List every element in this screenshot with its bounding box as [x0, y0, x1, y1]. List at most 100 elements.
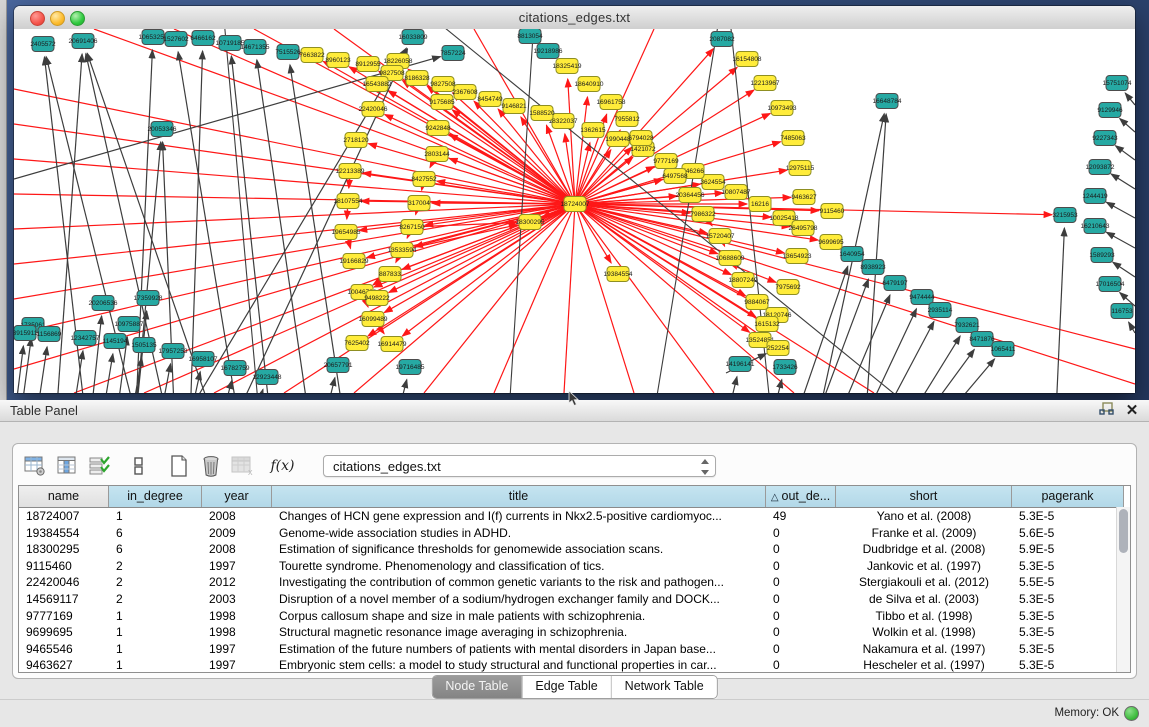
cell-year: 1997 — [202, 558, 272, 575]
row-checks-icon[interactable] — [85, 453, 112, 479]
cell-out_degree: 0 — [766, 558, 836, 575]
tab-network-table[interactable]: Network Table — [611, 676, 717, 698]
graph-edge[interactable] — [224, 29, 259, 393]
graph-edge[interactable] — [728, 377, 737, 393]
column-header-year[interactable]: year — [202, 486, 272, 507]
graph-node-label: 7663822 — [299, 52, 325, 59]
table-row[interactable]: 1456911722003Disruption of a novel membe… — [19, 591, 1130, 608]
graph-edge[interactable] — [103, 354, 113, 393]
graph-edge[interactable] — [15, 346, 23, 393]
table-select-dropdown[interactable]: citations_edges.txt — [323, 455, 716, 477]
trash-icon[interactable] — [197, 453, 224, 479]
graph-edge[interactable] — [161, 364, 171, 393]
cell-out_degree: 0 — [766, 591, 836, 608]
graph-node-label: 9115460 — [820, 208, 845, 215]
graph-edge[interactable] — [866, 114, 886, 393]
graph-edge[interactable] — [927, 349, 974, 393]
graph-edge[interactable] — [189, 51, 203, 393]
graph-edge[interactable] — [885, 321, 934, 393]
graph-edge[interactable] — [867, 309, 916, 393]
select-columns-icon[interactable] — [53, 453, 80, 479]
graph-edge[interactable] — [575, 204, 634, 393]
graph-node-label: 16914479 — [378, 341, 407, 348]
column-header-name[interactable]: name — [19, 486, 109, 507]
table-row[interactable]: 1938455462009Genome-wide association stu… — [19, 525, 1130, 542]
graph-edge[interactable] — [1056, 228, 1064, 393]
column-header-short[interactable]: short — [836, 486, 1012, 507]
graph-edge[interactable] — [1106, 232, 1135, 248]
graph-node-label: 252254 — [767, 345, 789, 352]
scrollbar-thumb[interactable] — [1119, 509, 1128, 553]
graph-node-label: 19716485 — [396, 364, 425, 371]
graph-edge[interactable] — [1129, 322, 1135, 333]
cell-short: Hescheler et al. (1997) — [836, 657, 1012, 673]
rows-icon[interactable] — [125, 453, 152, 479]
graph-node-label: 16216 — [751, 201, 769, 208]
cell-year: 2003 — [202, 591, 272, 608]
graph-edge[interactable] — [1113, 262, 1135, 277]
table-row[interactable]: 1830029562008Estimation of significance … — [19, 541, 1130, 558]
svg-text:x: x — [248, 467, 253, 476]
graph-edge[interactable] — [14, 159, 575, 204]
graph-edge[interactable] — [326, 378, 335, 393]
table-row[interactable]: 946362711997Embryonic stem cells: a mode… — [19, 657, 1130, 673]
graph-edge[interactable] — [1120, 119, 1135, 132]
cell-title: Disruption of a novel member of a sodium… — [272, 591, 766, 608]
graph-node-label: 18640910 — [575, 81, 604, 88]
window-titlebar[interactable]: citations_edges.txt — [14, 6, 1135, 30]
tab-edge-table[interactable]: Edge Table — [521, 676, 610, 698]
graph-node-label: 1589293 — [1089, 252, 1115, 259]
table-row[interactable]: 977716911998Corpus callosum shape and si… — [19, 608, 1130, 625]
graph-edge[interactable] — [840, 295, 890, 393]
table-row[interactable]: 969969511998Structural magnetic resonanc… — [19, 624, 1130, 641]
graph-node-label: 1145194 — [103, 338, 128, 345]
table-row[interactable]: 1872400712008Changes of HCN gene express… — [19, 508, 1130, 525]
graph-edge[interactable] — [37, 347, 47, 393]
table-panel: Table Panel ✕ — [0, 400, 1149, 727]
new-document-icon[interactable] — [165, 453, 192, 479]
graph-edge[interactable] — [1125, 93, 1135, 105]
window-title: citations_edges.txt — [14, 10, 1135, 25]
float-panel-icon[interactable] — [1097, 402, 1115, 419]
table-row[interactable]: 911546021997Tourette syndrome. Phenomeno… — [19, 558, 1130, 575]
close-panel-icon[interactable]: ✕ — [1123, 402, 1141, 419]
function-fx-icon[interactable]: f(x) — [269, 453, 296, 479]
column-header-title[interactable]: title — [272, 486, 766, 507]
graph-edge[interactable] — [1106, 202, 1135, 218]
graph-edge[interactable] — [797, 266, 848, 393]
graph-edge[interactable] — [368, 144, 575, 204]
column-header-in_degree[interactable]: in_degree — [109, 486, 202, 507]
graph-node-label: 9227343 — [1092, 135, 1118, 142]
graph-edge[interactable] — [1111, 174, 1135, 189]
cell-short: Yano et al. (2008) — [836, 508, 1012, 525]
column-header-pagerank[interactable]: pagerank — [1012, 486, 1124, 507]
graph-edge[interactable] — [575, 204, 714, 393]
table-select-value: citations_edges.txt — [333, 459, 441, 474]
tab-node-table[interactable]: Node Table — [432, 676, 521, 698]
graph-edge[interactable] — [912, 336, 960, 393]
table-scrollbar[interactable] — [1116, 507, 1130, 672]
graph-edge[interactable] — [398, 380, 407, 393]
graph-edge[interactable] — [223, 381, 232, 393]
graph-edge[interactable] — [564, 204, 575, 393]
graph-edge[interactable] — [255, 389, 263, 393]
network-canvas[interactable]: 1872400724055722069140610653257152760264… — [14, 29, 1135, 393]
column-header-out_degree[interactable]: △out_de... — [766, 486, 836, 507]
graph-node-label: 20691406 — [69, 38, 98, 45]
graph-node-label: 20206536 — [89, 300, 118, 307]
graph-edge[interactable] — [575, 204, 1135, 384]
graph-node-label: 12975115 — [786, 165, 815, 172]
cell-in_degree: 6 — [109, 525, 202, 542]
table-settings-icon[interactable] — [21, 453, 48, 479]
sort-ascending-icon: △ — [771, 492, 779, 503]
graph-node-label: 2803144 — [424, 151, 450, 158]
network-graph[interactable]: 1872400724055722069140610653257152760264… — [14, 29, 1135, 393]
graph-edge[interactable] — [1115, 146, 1135, 160]
graph-edge[interactable] — [91, 316, 102, 393]
table-row[interactable]: 946554611997Estimation of the future num… — [19, 641, 1130, 658]
cell-title: Corpus callosum shape and size in male p… — [272, 608, 766, 625]
graph-edge[interactable] — [257, 60, 314, 393]
table-row[interactable]: 2242004622012Investigating the contribut… — [19, 574, 1130, 591]
cell-in_degree: 1 — [109, 641, 202, 658]
graph-edge[interactable] — [568, 79, 575, 204]
